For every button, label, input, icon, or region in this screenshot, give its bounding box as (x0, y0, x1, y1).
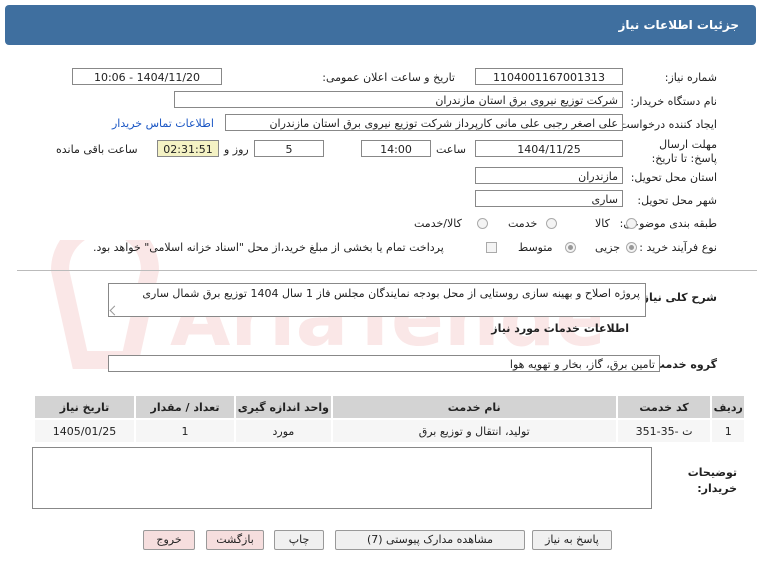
description-label: شرح کلی نیاز: (638, 291, 717, 304)
cell-qty: 1 (136, 420, 234, 442)
col-qty: تعداد / مقدار (136, 396, 234, 418)
col-date: تاریخ نیاز (35, 396, 135, 418)
category-option-goods: کالا (595, 217, 610, 230)
buyer-notes-label-line2: خریدار: (697, 482, 737, 495)
purchase-option-medium: متوسط (518, 241, 553, 254)
city-field: ساری (475, 190, 623, 207)
purchase-type-label: نوع فرآیند خرید : (639, 241, 717, 254)
remaining-time-field: 02:31:51 (157, 140, 219, 157)
days-field: 5 (254, 140, 324, 157)
province-label: استان محل تحویل: (630, 171, 717, 184)
creator-label: ایجاد کننده درخواست: (615, 118, 717, 131)
page: AriaTender.net جزئیات اطلاعات نیاز شماره… (0, 0, 761, 566)
buyer-notes-label-line1: توضیحات (687, 466, 737, 479)
deadline-time-field: 14:00 (361, 140, 431, 157)
category-option-service: خدمت (508, 217, 538, 230)
view-attachments-button[interactable]: مشاهده مدارک پیوستی (7) (335, 530, 525, 550)
services-table: ردیف کد خدمت نام خدمت واحد اندازه گیری ت… (33, 394, 746, 444)
description-text: پروژه اصلاح و بهینه سازی روستایی از محل … (142, 287, 640, 300)
cell-date: 1405/01/25 (35, 420, 135, 442)
exit-button[interactable]: خروج (143, 530, 195, 550)
purchase-radio-minor[interactable] (626, 242, 637, 253)
col-unit: واحد اندازه گیری (235, 396, 331, 418)
category-radio-goods[interactable] (626, 218, 637, 229)
buyer-notes-textarea (32, 447, 652, 509)
table-row: 1 ت -35-351 تولید، انتقال و توزیع برق مو… (35, 420, 744, 442)
resize-handle-icon[interactable] (109, 305, 120, 316)
deadline-date-field: 1404/11/25 (475, 140, 623, 157)
creator-field: علی اصغر رجبی علی مانی کارپرداز شرکت توز… (225, 114, 623, 131)
divider (17, 270, 757, 271)
cell-name: تولید، انتقال و توزیع برق (332, 420, 616, 442)
col-code: کد خدمت (617, 396, 711, 418)
col-index: ردیف (712, 396, 744, 418)
services-section-title: اطلاعات خدمات مورد نیاز (491, 322, 629, 335)
remaining-label: ساعت باقی مانده (56, 143, 138, 156)
need-number-field: 1104001167001313 (475, 68, 623, 85)
cell-unit: مورد (235, 420, 331, 442)
reply-button[interactable]: پاسخ به نیاز (532, 530, 612, 550)
purchase-radio-medium[interactable] (565, 242, 576, 253)
buyer-org-field: شرکت توزیع نیروی برق استان مازندران (174, 91, 623, 108)
col-name: نام خدمت (332, 396, 616, 418)
table-header-row: ردیف کد خدمت نام خدمت واحد اندازه گیری ت… (35, 396, 744, 418)
buyer-org-label: نام دستگاه خریدار: (630, 95, 717, 108)
back-button[interactable]: بازگشت (206, 530, 264, 550)
service-group-field: تامین برق، گاز، بخار و تهویه هوا (108, 355, 660, 372)
need-number-label: شماره نیاز: (664, 71, 717, 84)
title-bar: جزئیات اطلاعات نیاز (5, 5, 756, 45)
category-option-goods-service: کالا/خدمت (414, 217, 462, 230)
description-textarea: پروژه اصلاح و بهینه سازی روستایی از محل … (108, 283, 646, 317)
cell-code: ت -35-351 (617, 420, 711, 442)
province-field: مازندران (475, 167, 623, 184)
cell-index: 1 (712, 420, 744, 442)
buyer-contact-link[interactable]: اطلاعات تماس خریدار (112, 117, 214, 130)
purchase-option-minor: جزیی (595, 241, 621, 254)
city-label: شهر محل تحویل: (637, 194, 717, 207)
announce-label: تاریخ و ساعت اعلان عمومی: (322, 71, 455, 84)
deadline-time-label: ساعت (436, 143, 466, 156)
days-label: روز و (224, 143, 249, 156)
category-radio-goods-service[interactable] (477, 218, 488, 229)
page-title: جزئیات اطلاعات نیاز (618, 18, 739, 32)
announce-field: 1404/11/20 - 10:06 (72, 68, 222, 85)
treasury-payment-checkbox[interactable] (486, 242, 497, 253)
category-radio-service[interactable] (546, 218, 557, 229)
print-button[interactable]: چاپ (274, 530, 324, 550)
deadline-label: مهلت ارسال پاسخ: تا تاریخ: (651, 138, 717, 165)
treasury-payment-note: پرداخت تمام یا بخشی از مبلغ خرید،از محل … (93, 241, 444, 254)
